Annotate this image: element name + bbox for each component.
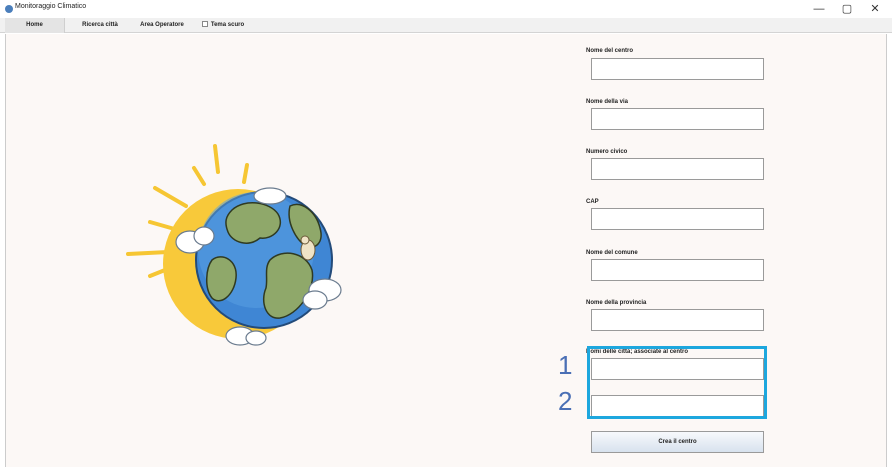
- crea-centro-button[interactable]: Crea il centro: [591, 431, 764, 453]
- menu-ricerca-citta[interactable]: Ricerca città: [76, 18, 124, 33]
- minimize-button[interactable]: —: [804, 0, 834, 18]
- menu-home[interactable]: Home: [5, 18, 65, 33]
- label-nome-centro: Nome del centro: [586, 48, 634, 54]
- theme-toggle[interactable]: Tema scuro: [194, 18, 252, 33]
- numero-civico-input[interactable]: [591, 158, 764, 180]
- label-cap: CAP: [586, 199, 599, 205]
- label-nome-via: Nome della via: [586, 99, 629, 105]
- annotation-highlight-box: [587, 346, 767, 419]
- close-button[interactable]: ✕: [860, 0, 890, 18]
- app-icon: [5, 5, 13, 13]
- nome-comune-input[interactable]: [591, 259, 764, 281]
- annotation-marker-1: 1: [558, 350, 573, 380]
- title-bar: Monitoraggio Climatico — ▢ ✕: [0, 0, 892, 18]
- menu-bar: Home Ricerca città Area Operatore Tema s…: [0, 18, 892, 33]
- maximize-button[interactable]: ▢: [832, 0, 862, 18]
- label-nome-comune: Nome del comune: [586, 250, 638, 256]
- label-numero-civico: Numero civico: [586, 149, 628, 155]
- earth-globe-sun-illustration: [126, 144, 342, 346]
- nome-via-input[interactable]: [591, 108, 764, 130]
- menu-area-operatore[interactable]: Area Operatore: [134, 18, 190, 33]
- window-title: Monitoraggio Climatico: [15, 3, 87, 10]
- dark-theme-label: Tema scuro: [210, 22, 245, 28]
- annotation-marker-2: 2: [558, 386, 573, 416]
- nome-provincia-input[interactable]: [591, 309, 764, 331]
- label-nome-provincia: Nome della provincia: [586, 300, 647, 306]
- nome-centro-input[interactable]: [591, 58, 764, 80]
- cap-input[interactable]: [591, 208, 764, 230]
- dark-theme-checkbox[interactable]: [201, 20, 208, 27]
